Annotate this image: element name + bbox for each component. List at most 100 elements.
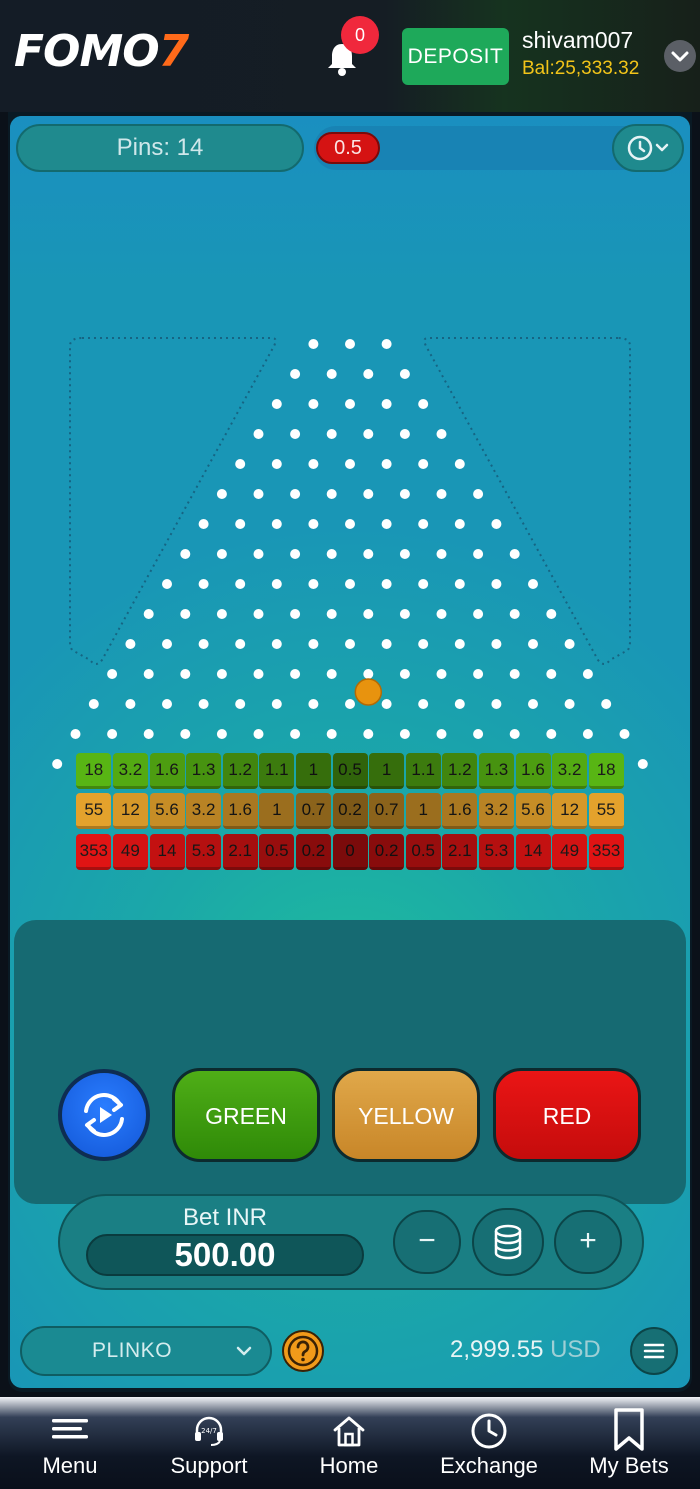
peg [363,729,374,739]
headset-24-7-icon: 24/7 [195,1416,223,1446]
decrease-bet-button[interactable]: − [393,1210,461,1274]
peg [198,519,209,529]
peg [601,759,612,769]
game-type-label: PLINKO [92,1339,173,1362]
peg [162,759,172,769]
home-icon [333,1416,365,1447]
peg [436,429,447,439]
peg [198,759,209,769]
peg [253,549,264,559]
peg [399,609,410,619]
autoplay-cycle-icon [84,1093,124,1137]
chevron-down-icon [671,51,689,62]
peg [162,579,172,589]
peg [436,489,447,499]
bet-amount-input[interactable]: 500.00 [86,1234,364,1276]
nav-menu-label: Menu [42,1453,98,1478]
peg [436,669,447,679]
peg [582,669,593,679]
left-guide-panel [69,337,277,665]
peg [308,339,319,349]
peg [637,759,648,769]
peg [235,579,246,589]
peg [162,639,172,649]
peg [180,729,191,739]
peg [326,729,337,739]
peg [235,699,246,709]
peg [216,549,227,559]
peg [271,699,282,709]
peg [381,699,392,709]
game-balance-amount: 2,999.55 [450,1336,544,1363]
peg [345,759,355,769]
deposit-button[interactable]: DEPOSIT [402,28,509,85]
peg [326,429,337,439]
peg [546,609,557,619]
peg [436,549,447,559]
hamburger-icon [52,1419,88,1439]
plinko-board [52,337,648,769]
peg [271,639,282,649]
clock-icon [471,1413,507,1449]
peg [345,339,355,349]
peg [345,639,355,649]
nav-home[interactable]: Home [299,1397,399,1489]
peg [308,459,319,469]
game-menu-button[interactable] [630,1327,678,1375]
peg [363,489,374,499]
svg-text:24/7: 24/7 [201,1427,217,1435]
peg [308,519,319,529]
help-button[interactable] [282,1330,324,1372]
pins-count-selector[interactable]: Pins: 14 [16,124,304,172]
nav-exchange[interactable]: Exchange [429,1397,549,1489]
increase-bet-button[interactable]: + [554,1210,622,1274]
peg [399,729,410,739]
peg [454,699,465,709]
peg [381,639,392,649]
peg [381,579,392,589]
peg [418,399,429,409]
peg [473,609,484,619]
red-drop-button[interactable]: RED [493,1068,641,1162]
peg [345,699,355,709]
user-menu-toggle[interactable] [664,40,696,72]
peg [381,459,392,469]
nav-exchange-label: Exchange [440,1453,538,1478]
peg [399,369,410,379]
nav-menu[interactable]: Menu [20,1397,120,1489]
peg [107,729,118,739]
nav-support[interactable]: 24/7 Support [159,1397,259,1489]
peg [436,729,447,739]
right-guide-panel [423,337,631,665]
chip-stack-button[interactable] [472,1208,544,1276]
peg [528,579,538,589]
peg [253,669,264,679]
peg [418,759,429,769]
peg [180,669,191,679]
peg [290,489,301,499]
nav-my-bets[interactable]: My Bets [579,1397,679,1489]
peg [546,729,557,739]
bet-currency-label: Bet INR [182,1204,268,1231]
game-balance: 2,999.55 USD [450,1336,601,1364]
peg [235,519,246,529]
peg [308,759,319,769]
peg [418,519,429,529]
peg [326,369,337,379]
peg [271,579,282,589]
peg [491,639,502,649]
brand-logo[interactable]: FOMO7 [14,26,190,77]
peg [399,489,410,499]
peg [345,399,355,409]
green-drop-button[interactable]: GREEN [172,1068,320,1162]
peg [601,699,612,709]
autoplay-button[interactable] [58,1069,150,1161]
peg [528,639,538,649]
peg [290,669,301,679]
peg [290,729,301,739]
history-button[interactable] [612,124,684,172]
peg [216,729,227,739]
logo-accent-text: 7 [158,26,190,77]
yellow-drop-button[interactable]: YELLOW [332,1068,480,1162]
peg [363,429,374,439]
